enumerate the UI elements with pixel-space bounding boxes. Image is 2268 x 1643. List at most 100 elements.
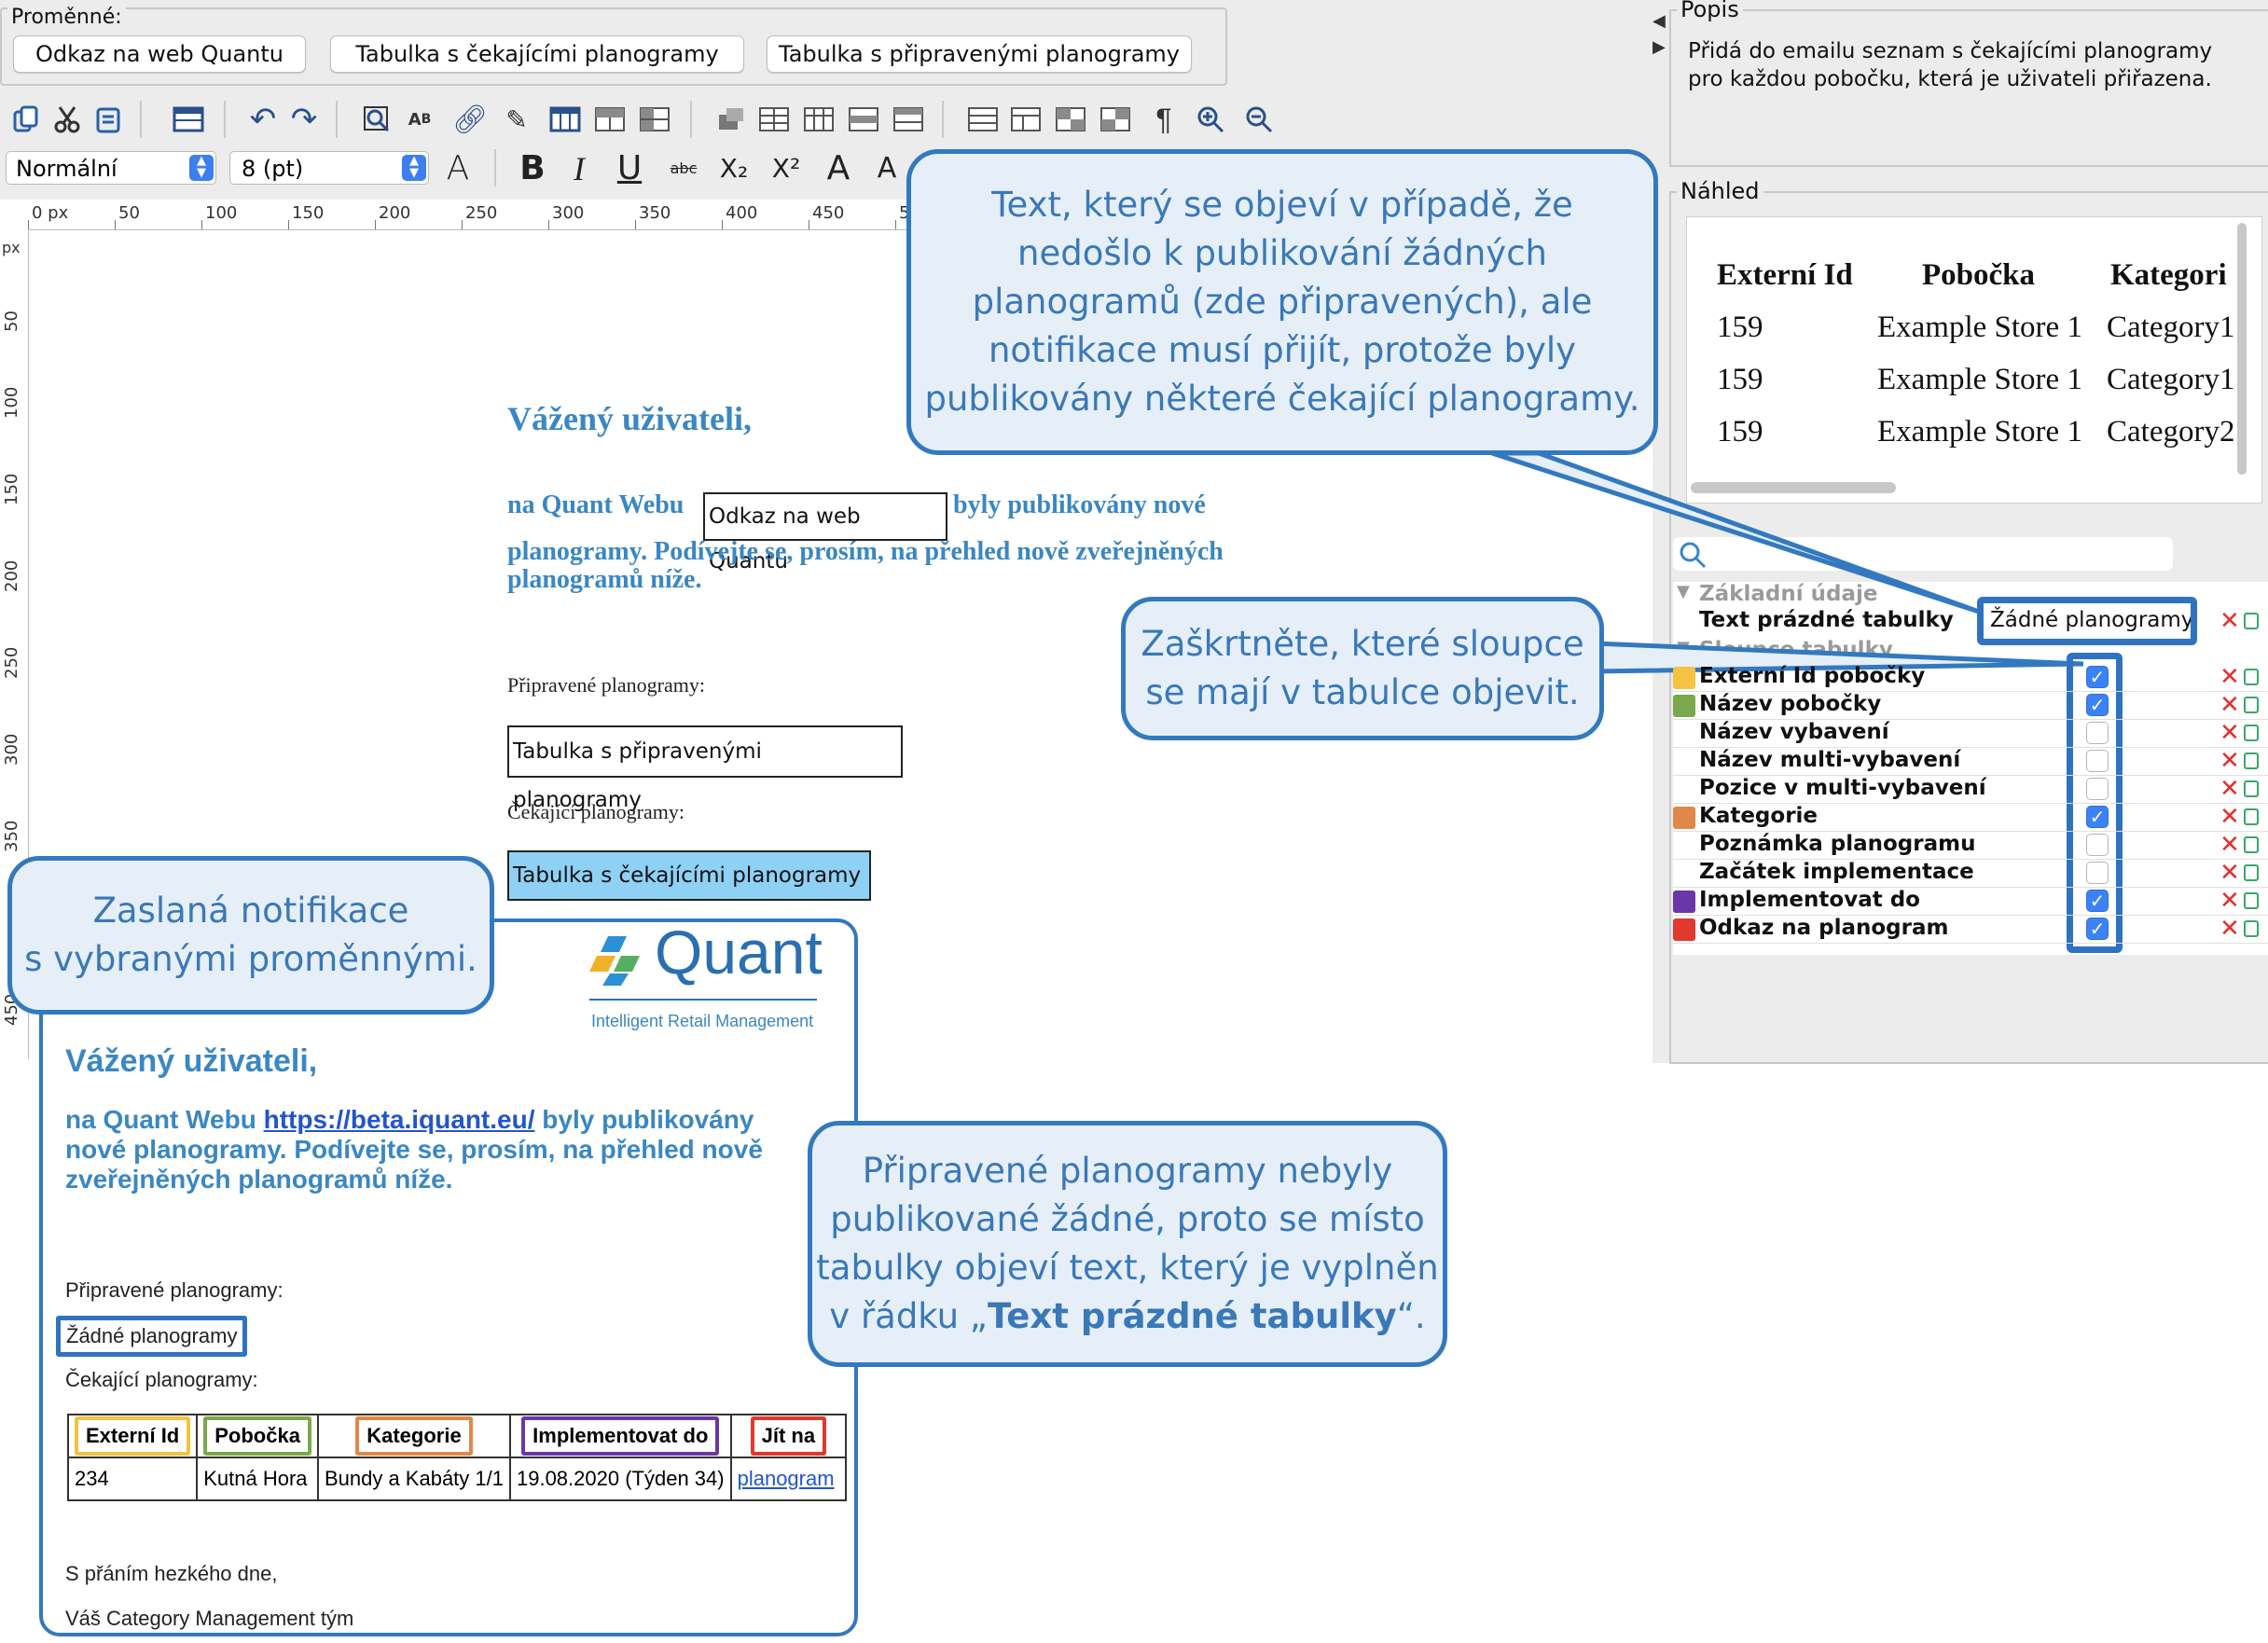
column-row[interactable]: Odkaz na planogram ✓ ✕	[1673, 916, 2268, 944]
checkbox-unchecked[interactable]	[2086, 862, 2109, 884]
callout-check-line: Zaškrtněte, které sloupce	[1141, 624, 1584, 664]
checkbox-checked[interactable]: ✓	[2086, 694, 2109, 716]
checkbox-checked[interactable]: ✓	[2086, 918, 2109, 940]
email-quant-link[interactable]: https://beta.iquant.eu/	[264, 1105, 535, 1134]
variable-button-prepared-table[interactable]: Tabulka s připravenými planogramy	[767, 35, 1192, 73]
column-row[interactable]: Pozice v multi-vybavení ✕	[1673, 776, 2268, 804]
bold-icon[interactable]: B	[513, 149, 552, 188]
variable-button-pending-table[interactable]: Tabulka s čekajícími planogramy	[330, 35, 744, 73]
callout-prep-line: Připravené planogramy nebyly	[862, 1151, 1393, 1191]
delete-row-icon[interactable]	[845, 101, 882, 138]
remove-icon[interactable]: ✕	[2220, 748, 2240, 774]
insert-table-icon[interactable]	[546, 101, 584, 138]
editor-field-pending-table[interactable]: Tabulka s čekajícími planogramy	[507, 850, 871, 901]
table-props-icon[interactable]	[1052, 101, 1089, 138]
strikethrough-icon[interactable]: abc	[664, 149, 703, 188]
edit-icon[interactable]	[2244, 920, 2259, 937]
planogram-link[interactable]: planogram	[738, 1467, 835, 1490]
edit-icon[interactable]	[2244, 697, 2259, 713]
edit-icon[interactable]	[2244, 669, 2259, 685]
font-color-icon[interactable]: A	[438, 149, 477, 188]
remove-icon[interactable]: ✕	[2220, 720, 2240, 746]
editor-field-quant-link[interactable]: Odkaz na web Quantu	[703, 492, 947, 573]
column-row[interactable]: Implementovat do ✓ ✕	[1673, 888, 2268, 916]
color-swatch	[1673, 807, 1695, 829]
font-size-select[interactable]: 8 (pt) ▲ ▼	[229, 151, 429, 185]
clear-format-icon[interactable]: ✎	[498, 101, 535, 138]
spellcheck-icon[interactable]: AB	[401, 101, 438, 138]
insert-col-right-icon[interactable]	[964, 101, 1002, 138]
collapse-arrow-icon[interactable]: ◀	[1653, 11, 1666, 31]
subscript-icon[interactable]: X₂	[714, 149, 754, 188]
editor-field-prepared-table[interactable]: Tabulka s připravenými planogramy	[507, 725, 903, 812]
ruler-label: 300	[552, 203, 585, 223]
italic-icon[interactable]: I	[560, 149, 599, 188]
insert-row-above-icon[interactable]	[755, 101, 793, 138]
undo-icon[interactable]: ↶	[244, 101, 282, 138]
column-row[interactable]: Název pobočky ✓ ✕	[1673, 692, 2268, 720]
paragraph-style-select[interactable]: Normální ▲ ▼	[6, 151, 216, 185]
checkbox-checked[interactable]: ✓	[2086, 806, 2109, 828]
preview-title: Náhled	[1677, 178, 1763, 204]
variable-button-quant-link[interactable]: Odkaz na web Quantu	[13, 35, 306, 73]
insert-row-below-icon[interactable]	[800, 101, 837, 138]
merge-cells-icon[interactable]	[591, 101, 629, 138]
remove-icon[interactable]: ✕	[2220, 888, 2240, 914]
checkbox-unchecked[interactable]	[2086, 750, 2109, 772]
cut-icon[interactable]	[48, 101, 86, 138]
copy-icon[interactable]	[7, 101, 45, 138]
zoom-in-icon[interactable]	[1192, 101, 1229, 138]
expand-arrow-icon[interactable]: ▶	[1653, 37, 1666, 57]
checkbox-checked[interactable]: ✓	[2086, 890, 2109, 912]
underline-icon[interactable]: U	[610, 149, 649, 188]
paste-icon[interactable]	[90, 101, 127, 138]
remove-icon[interactable]: ✕	[2220, 860, 2240, 886]
split-cells-icon[interactable]	[636, 101, 673, 138]
edit-icon[interactable]	[2244, 808, 2259, 825]
remove-icon[interactable]: ✕	[2220, 608, 2240, 634]
edit-icon[interactable]	[2244, 613, 2259, 629]
delete-col-icon[interactable]	[1007, 101, 1044, 138]
preview-vertical-scrollbar[interactable]	[2237, 223, 2247, 475]
column-row[interactable]: Poznámka planogramu ✕	[1673, 832, 2268, 860]
property-search-input[interactable]	[1673, 537, 2173, 571]
checkbox-unchecked[interactable]	[2086, 722, 2109, 744]
column-row[interactable]: Začátek implementace ✕	[1673, 860, 2268, 888]
zoom-out-icon[interactable]	[1240, 101, 1278, 138]
checkbox-unchecked[interactable]	[2086, 778, 2109, 800]
remove-icon[interactable]: ✕	[2220, 692, 2240, 718]
checkbox-checked[interactable]: ✓	[2086, 666, 2109, 688]
edit-icon[interactable]	[2244, 836, 2259, 853]
remove-icon[interactable]: ✕	[2220, 664, 2240, 690]
decrease-font-icon[interactable]: A	[867, 149, 906, 188]
redo-icon[interactable]: ↷	[285, 101, 323, 138]
remove-icon[interactable]: ✕	[2220, 916, 2240, 942]
remove-icon[interactable]: ✕	[2220, 832, 2240, 858]
preview-horizontal-scrollbar[interactable]	[1691, 482, 1896, 493]
checkbox-unchecked[interactable]	[2086, 834, 2109, 856]
increase-font-icon[interactable]: A	[819, 149, 858, 188]
column-row[interactable]: Kategorie ✓ ✕	[1673, 804, 2268, 832]
edit-icon[interactable]	[2244, 725, 2259, 741]
column-row[interactable]: Název multi-vybavení ✕	[1673, 748, 2268, 776]
column-row[interactable]: Externí Id pobočky ✓ ✕	[1673, 664, 2268, 692]
edit-icon[interactable]	[2244, 752, 2259, 769]
link-icon[interactable]: 🔗︎	[451, 101, 489, 138]
table-insert-icon[interactable]	[170, 101, 207, 138]
image-icon[interactable]	[712, 101, 750, 138]
splitter[interactable]	[1653, 0, 1660, 1063]
column-row[interactable]: Název vybavení ✕	[1673, 720, 2268, 748]
column-label: Poznámka planogramu	[1699, 832, 1976, 856]
edit-icon[interactable]	[2244, 864, 2259, 881]
remove-icon[interactable]: ✕	[2220, 776, 2240, 802]
find-icon[interactable]	[358, 101, 395, 138]
cell-props-icon[interactable]	[1097, 101, 1134, 138]
insert-col-left-icon[interactable]	[890, 101, 927, 138]
edit-icon[interactable]	[2244, 892, 2259, 909]
color-swatch	[1673, 667, 1695, 689]
paragraph-icon[interactable]: ¶	[1145, 101, 1182, 138]
editor-line1-pre: na Quant Webu	[507, 490, 685, 519]
edit-icon[interactable]	[2244, 780, 2259, 797]
remove-icon[interactable]: ✕	[2220, 804, 2240, 830]
superscript-icon[interactable]: X²	[767, 149, 806, 188]
